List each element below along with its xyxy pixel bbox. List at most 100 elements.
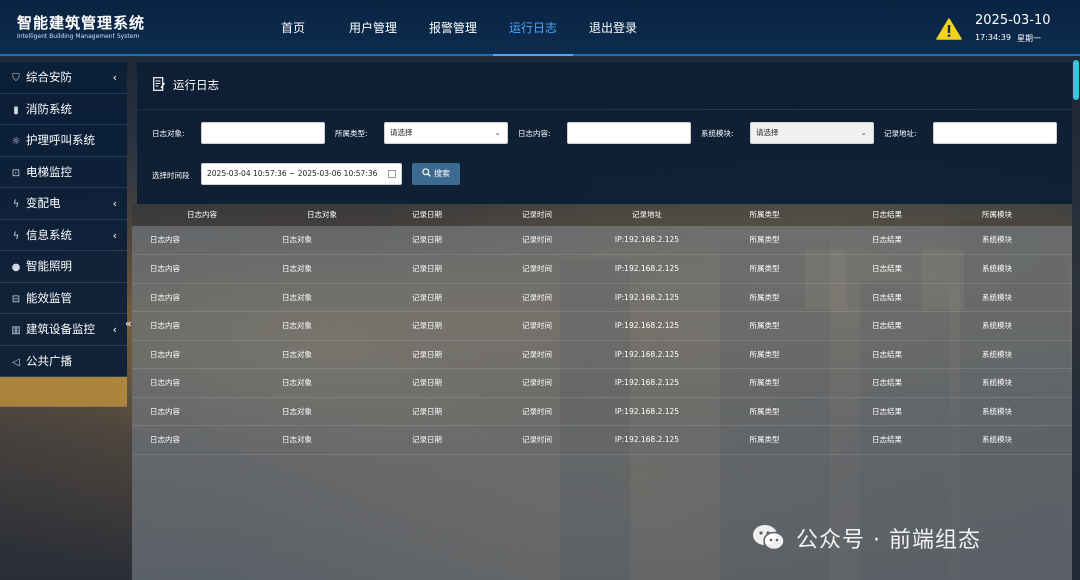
table-cell: 记录日期 [412, 435, 442, 444]
sidebar-item-label: 公共广播 [26, 353, 72, 368]
table-cell: 记录日期 [412, 264, 442, 273]
table-row[interactable]: 日志内容 日志对象 记录日期 记录时间 IP:192.168.2.125 所属类型 日志结果… [132, 312, 1072, 341]
elevator-icon: ⊡ [11, 167, 21, 179]
cabinet-icon: ⊟ [11, 293, 21, 305]
warning-icon[interactable] [936, 18, 962, 40]
category-label: 所属类型: [335, 129, 368, 138]
table-cell: IP:192.168.2.125 [614, 292, 680, 302]
table-cell: 日志对象 [282, 264, 312, 273]
table-cell: IP:192.168.2.125 [614, 235, 680, 244]
fire-extinguisher-icon: ▮ [13, 104, 19, 116]
watermark: 公众号 · 前端组态 [752, 521, 981, 555]
chevron-left-icon: ‹ [112, 323, 117, 336]
sidebar-item-security[interactable]: ⛉ 综合安防 ‹ [0, 62, 127, 94]
table-row[interactable]: 日志内容 日志对象 记录日期 记录时间 IP:192.168.2.125 所属类型 日志结果… [132, 226, 1072, 255]
module-label: 系统模块: [701, 129, 734, 138]
sidebar-item-energy[interactable]: ⊟ 能效监管 [0, 282, 127, 314]
sidebar-item-power-distribution[interactable]: ϟ 变配电 ‹ [0, 188, 127, 220]
sidebar-item-label: 综合安防 [26, 70, 72, 84]
sidebar-item-nurse-call[interactable]: ☼ 护理呼叫系统 [0, 125, 127, 157]
shield-icon: ⛉ [12, 73, 20, 84]
time-range-label: 选择时间段 [152, 171, 190, 180]
sidebar-item-label: 变配电 [26, 196, 61, 210]
table-cell: 日志内容 [150, 264, 180, 273]
nav-alarm-management[interactable]: 报警管理 [413, 0, 493, 56]
watermark-text: 公众号 · 前端组态 [796, 528, 981, 553]
table-cell: 日志对象 [282, 292, 312, 302]
sidebar-item-elevator[interactable]: ⊡ 电梯监控 [0, 156, 127, 188]
table-cell: 日志结果 [872, 235, 902, 244]
table-cell: 系统模块 [982, 406, 1012, 416]
column-header: 日志结果 [872, 210, 902, 219]
sidebar-item-building-equipment[interactable]: ▥ 建筑设备监控 ‹ [0, 314, 127, 346]
search-button-label: 搜索 [434, 169, 450, 178]
nav-user-management[interactable]: 用户管理 [333, 0, 413, 56]
lightning-icon: ϟ [12, 230, 20, 242]
table-cell: 系统模块 [982, 349, 1012, 359]
sidebar-item-information[interactable]: ϟ 信息系统 ‹ [0, 219, 127, 251]
sidebar-item-broadcast[interactable]: ◁ 公共广播 [0, 345, 127, 377]
document-edit-icon [153, 77, 165, 91]
page-scrollbar[interactable] [1072, 56, 1080, 580]
table-cell: 日志对象 [282, 406, 312, 416]
address-input[interactable] [933, 122, 1057, 144]
top-header: 智能建筑管理系统 Intelligent Building Management… [0, 0, 1080, 56]
address-label: 记录地址: [884, 129, 917, 138]
sidebar-item-fire[interactable]: ▮ 消防系统 [0, 93, 127, 125]
column-header: 所属类型 [749, 210, 780, 219]
nurse-call-icon: ☼ [11, 136, 21, 147]
table-row[interactable]: 日志内容 日志对象 记录日期 记录时间 IP:192.168.2.125 所属类型 日志结果… [132, 255, 1072, 284]
table-cell: 记录时间 [522, 435, 552, 444]
brand-subtitle: Intelligent Building Management System [17, 33, 140, 40]
sidebar-collapse-icon[interactable]: « [125, 317, 132, 330]
table-row[interactable]: 日志内容 日志对象 记录日期 记录时间 IP:192.168.2.125 所属类型 日志结果… [132, 426, 1072, 455]
table-cell: 记录时间 [522, 349, 552, 359]
page-title: 运行日志 [173, 78, 219, 92]
module-select[interactable]: 请选择 ⌄ [750, 122, 874, 144]
time-range-input[interactable]: 2025-03-04 10:57:36 ~ 2025-03-06 10:57:3… [201, 163, 402, 185]
nav-home[interactable]: 首页 [253, 0, 333, 56]
table-cell: 日志结果 [872, 321, 902, 330]
log-object-input[interactable] [201, 122, 325, 144]
table-row[interactable]: 日志内容 日志对象 记录日期 记录时间 IP:192.168.2.125 所属类型 日志结果… [132, 369, 1072, 398]
table-cell: 所属类型 [749, 264, 780, 273]
table-cell: 所属类型 [749, 435, 780, 444]
sidebar-item-label: 能效监管 [26, 290, 72, 305]
table-cell: 记录时间 [522, 378, 552, 387]
table-cell: 日志对象 [282, 321, 312, 330]
table-row[interactable]: 日志内容 日志对象 记录日期 记录时间 IP:192.168.2.125 所属类型 日志结果… [132, 284, 1072, 312]
nav-run-log[interactable]: 运行日志 [493, 0, 573, 56]
table-cell: 日志结果 [872, 378, 902, 387]
table-cell: 所属类型 [749, 378, 780, 387]
table-cell: 日志结果 [872, 349, 902, 359]
scrollbar-thumb[interactable] [1073, 60, 1079, 100]
sidebar-item-label: 电梯监控 [26, 164, 72, 179]
category-select[interactable]: 请选择 ⌄ [384, 122, 508, 144]
chevron-left-icon: ‹ [112, 197, 117, 210]
table-cell: 记录时间 [522, 292, 552, 302]
chevron-left-icon: ‹ [112, 71, 117, 84]
table-cell: 日志内容 [150, 321, 180, 330]
table-cell: 所属类型 [749, 292, 780, 302]
table-cell: 日志结果 [872, 292, 902, 302]
module-select-value: 请选择 [756, 128, 779, 137]
table-cell: 日志内容 [150, 435, 180, 444]
table-cell: 日志内容 [150, 349, 180, 359]
table-cell: 所属类型 [749, 349, 780, 359]
table-cell: 日志内容 [150, 406, 180, 416]
current-time: 17:34:39 [975, 33, 1011, 42]
table-row[interactable]: 日志内容 日志对象 记录日期 记录时间 IP:192.168.2.125 所属类型 日志结果… [132, 341, 1072, 369]
search-button[interactable]: 搜索 [412, 163, 460, 185]
log-content-input[interactable] [567, 122, 691, 144]
table-cell: 所属类型 [749, 406, 780, 416]
nav-logout[interactable]: 退出登录 [573, 0, 653, 56]
current-date: 2025-03-10 [975, 13, 1051, 28]
table-cell: 记录时间 [522, 321, 552, 330]
table-row[interactable]: 日志内容 日志对象 记录日期 记录时间 IP:192.168.2.125 所属类型 日志结果… [132, 398, 1072, 426]
log-object-label: 日志对象: [152, 129, 185, 138]
table-cell: 日志内容 [150, 378, 180, 387]
table-cell: 记录日期 [412, 235, 442, 244]
sidebar: ⛉ 综合安防 ‹ ▮ 消防系统 ☼ 护理呼叫系统 ⊡ 电梯监控 ϟ 变配电 ‹ ϟ 信息系统… [0, 62, 127, 580]
table-cell: 记录日期 [412, 406, 442, 416]
sidebar-item-lighting[interactable]: ● 智能照明 [0, 251, 127, 283]
